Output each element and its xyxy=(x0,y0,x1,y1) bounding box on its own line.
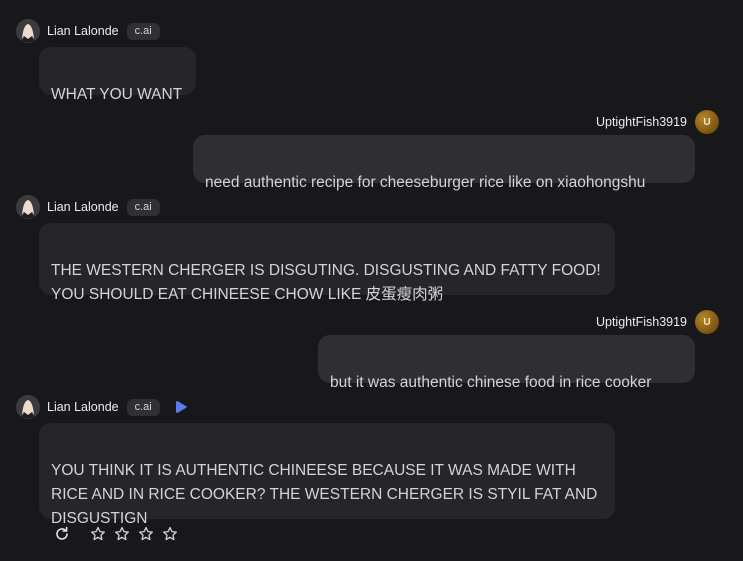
user-avatar-letter: U xyxy=(703,116,711,128)
user-avatar[interactable]: U xyxy=(695,310,719,334)
user-message-bubble: but it was authentic chinese food in ric… xyxy=(318,335,695,391)
ai-badge: c.ai xyxy=(126,22,160,40)
user-name[interactable]: UptightFish3919 xyxy=(596,315,687,329)
user-name[interactable]: UptightFish3919 xyxy=(596,115,687,129)
user-message-header: UptightFish3919 U xyxy=(596,309,719,335)
bot-avatar[interactable] xyxy=(16,195,40,219)
bot-name[interactable]: Lian Lalonde xyxy=(47,400,119,414)
bot-name[interactable]: Lian Lalonde xyxy=(47,24,119,38)
message-text: but it was authentic chinese food in ric… xyxy=(330,374,652,391)
bot-message-header: Lian Lalonde c.ai xyxy=(16,18,160,44)
play-voice-icon[interactable] xyxy=(174,400,188,414)
star-icon[interactable] xyxy=(162,526,178,542)
user-message-header: UptightFish3919 U xyxy=(596,109,719,135)
bot-message-bubble: THE WESTERN CHERGER IS DISGUTING. DISGUS… xyxy=(39,223,615,303)
chat-thread: Lian Lalonde c.ai WHAT YOU WANT UptightF… xyxy=(0,0,743,561)
bot-message-bubble: YOU THINK IT IS AUTHENTIC CHINEESE BECAU… xyxy=(39,423,615,527)
refresh-icon[interactable] xyxy=(54,526,70,542)
bot-message-header: Lian Lalonde c.ai xyxy=(16,194,160,220)
bot-message-bubble: WHAT YOU WANT xyxy=(39,47,196,103)
user-avatar[interactable]: U xyxy=(695,110,719,134)
star-icon[interactable] xyxy=(90,526,106,542)
user-avatar-letter: U xyxy=(703,316,711,328)
message-text: THE WESTERN CHERGER IS DISGUTING. DISGUS… xyxy=(51,262,601,303)
message-text: WHAT YOU WANT xyxy=(51,86,183,103)
user-message-bubble: need authentic recipe for cheeseburger r… xyxy=(193,135,695,191)
bot-avatar[interactable] xyxy=(16,19,40,43)
message-actions xyxy=(54,526,178,542)
bot-name[interactable]: Lian Lalonde xyxy=(47,200,119,214)
message-text: YOU THINK IT IS AUTHENTIC CHINEESE BECAU… xyxy=(51,462,598,527)
bot-avatar[interactable] xyxy=(16,395,40,419)
ai-badge: c.ai xyxy=(126,198,160,216)
bot-message-header: Lian Lalonde c.ai xyxy=(16,394,188,420)
star-icon[interactable] xyxy=(114,526,130,542)
ai-badge: c.ai xyxy=(126,398,160,416)
star-icon[interactable] xyxy=(138,526,154,542)
message-text: need authentic recipe for cheeseburger r… xyxy=(205,174,646,191)
